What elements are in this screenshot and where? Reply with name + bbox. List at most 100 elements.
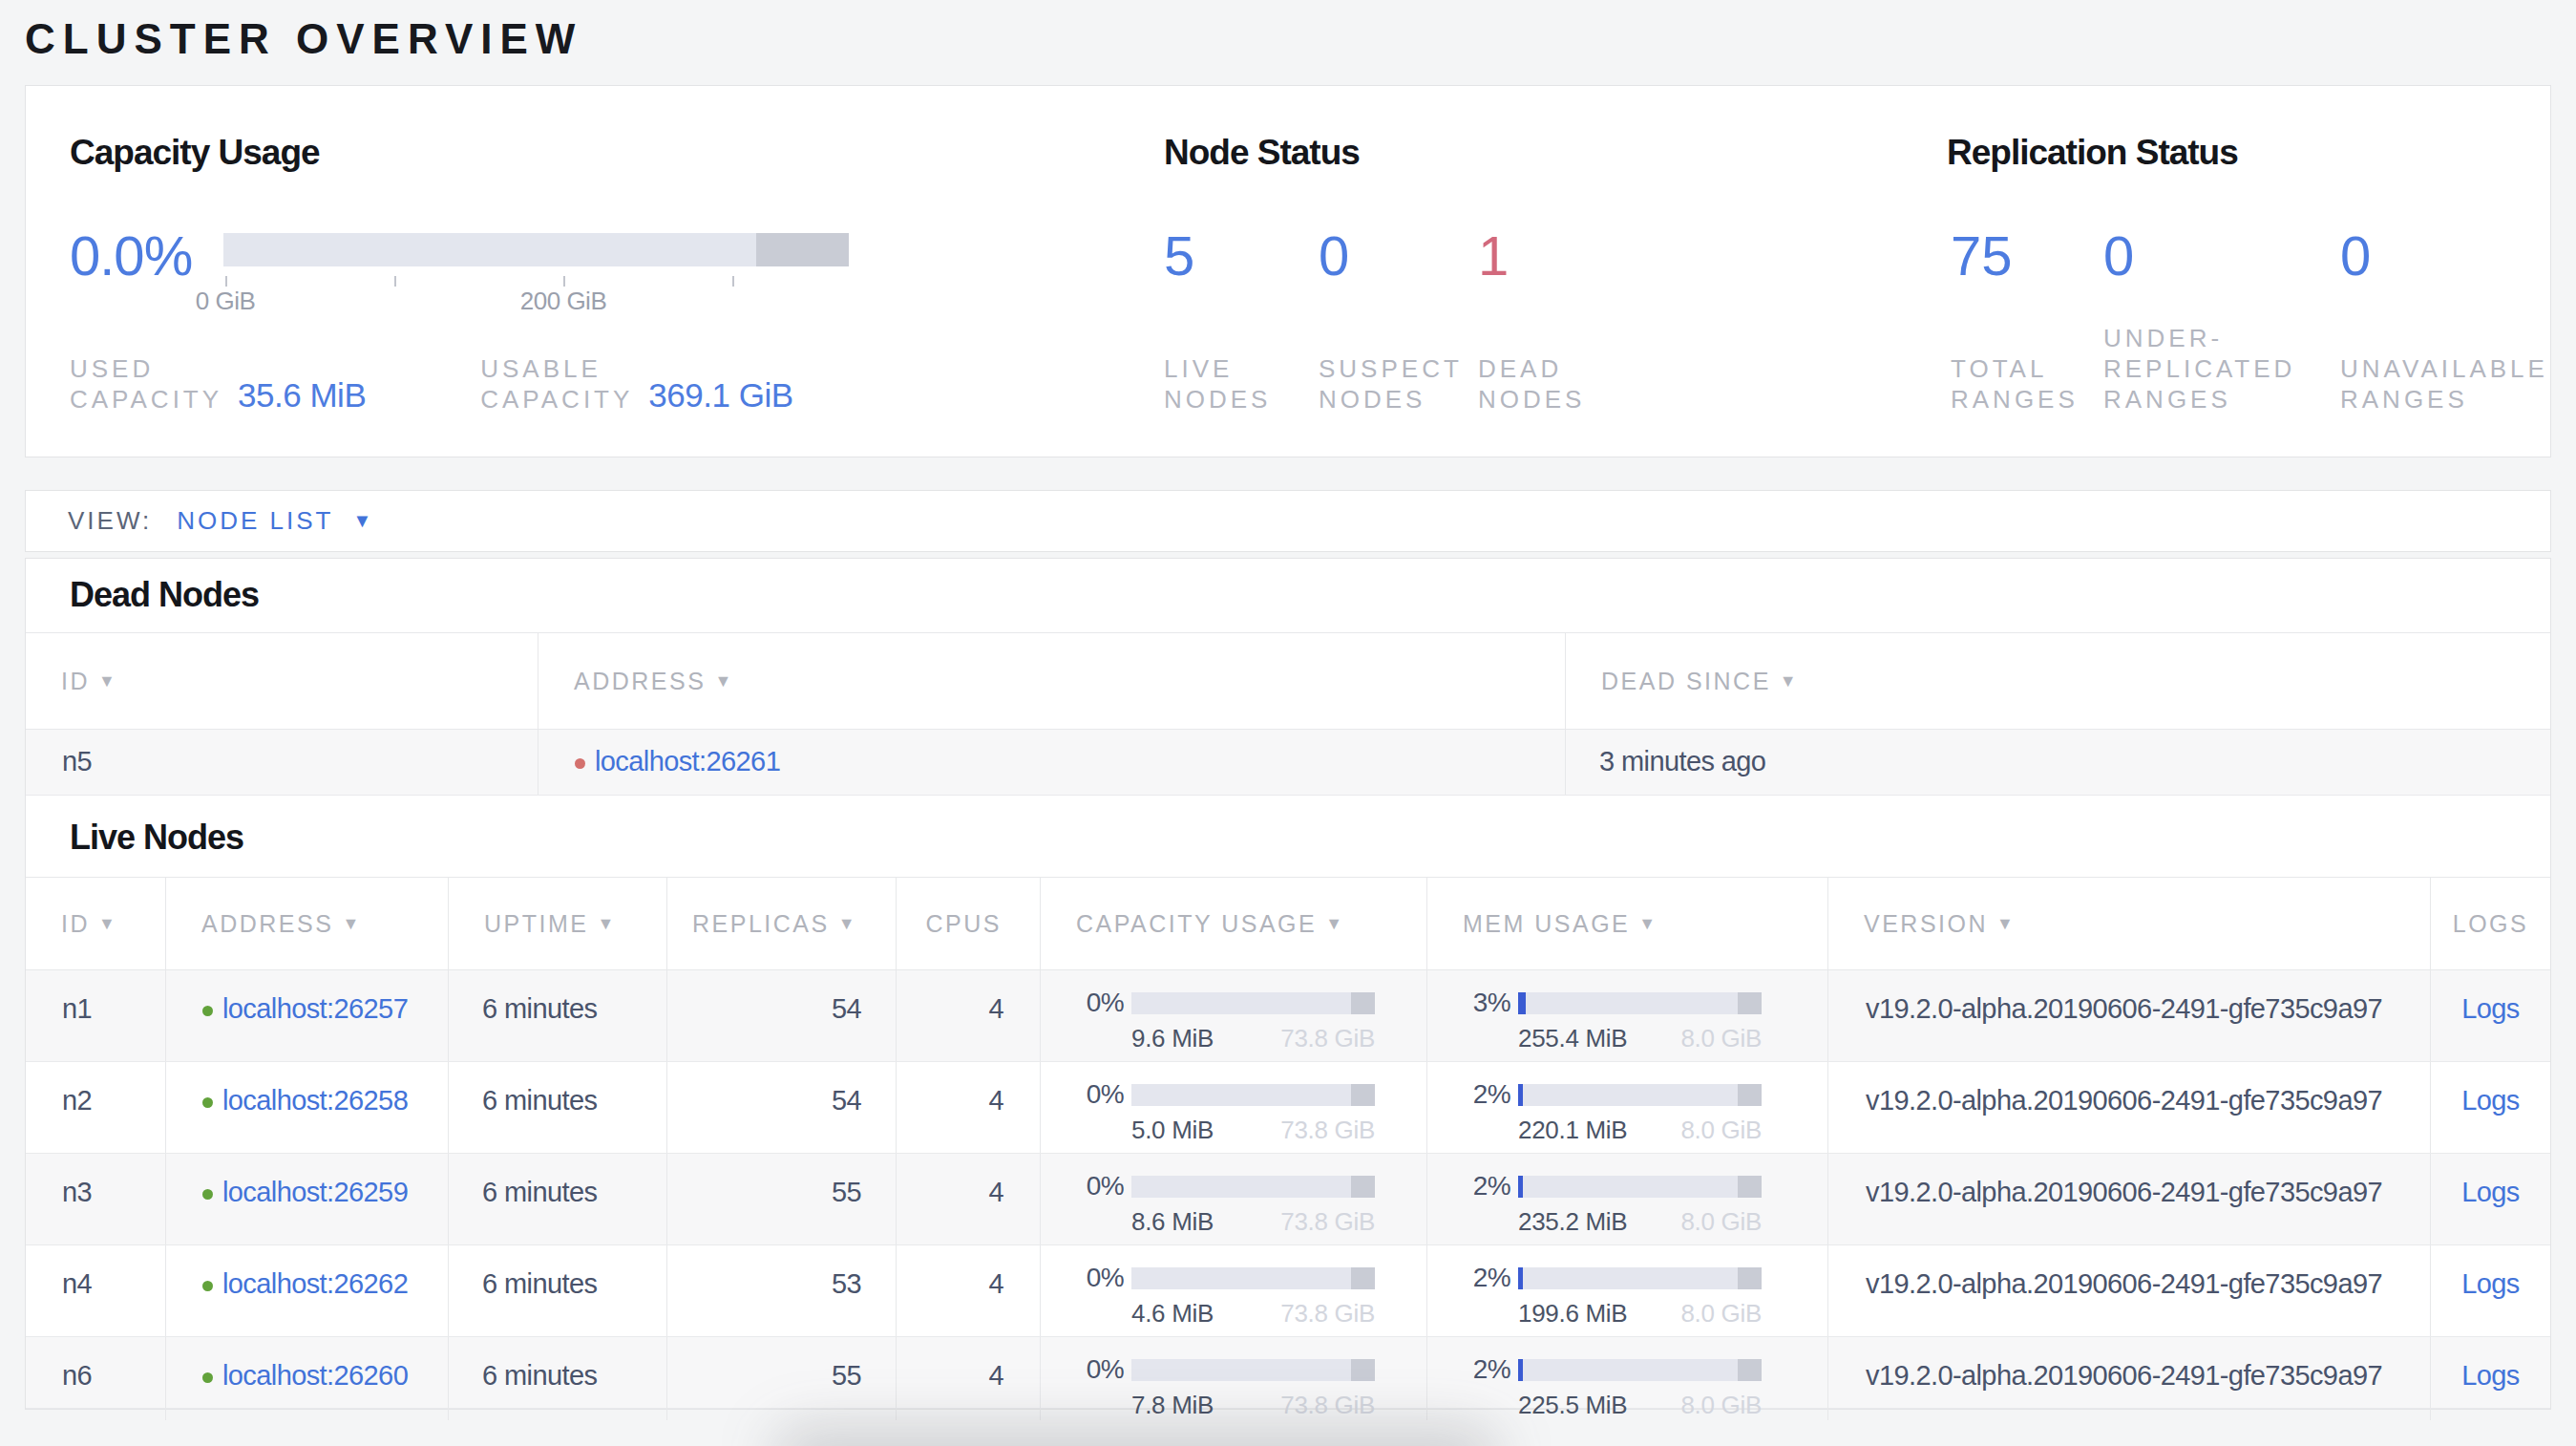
usage-bar-reserved xyxy=(1738,1084,1762,1106)
column-header-mem-usage[interactable]: MEM USAGE▼ xyxy=(1426,878,1827,969)
logs-link[interactable]: Logs xyxy=(2461,1360,2520,1391)
column-header-id[interactable]: ID▼ xyxy=(26,878,165,969)
column-header-replicas[interactable]: REPLICAS▼ xyxy=(666,878,896,969)
node-logs-cell: Logs xyxy=(2430,1154,2550,1244)
usage-bar xyxy=(1131,1267,1375,1289)
sort-desc-icon: ▼ xyxy=(1780,671,1799,691)
summary-stat-value: 0 xyxy=(1319,225,1349,287)
usage-bar xyxy=(1131,1084,1375,1106)
node-address-cell: localhost:26257 xyxy=(165,970,448,1061)
bottom-shadow xyxy=(773,1429,1499,1446)
column-header-address[interactable]: ADDRESS▼ xyxy=(538,633,1565,729)
usage-bar-reserved xyxy=(1738,1267,1762,1289)
usage-bar xyxy=(1131,992,1375,1014)
live-status-icon xyxy=(202,1372,213,1383)
node-address-link[interactable]: localhost:26260 xyxy=(222,1360,408,1391)
usage-percent: 0% xyxy=(1079,1171,1124,1201)
node-address-cell: localhost:26262 xyxy=(165,1245,448,1336)
live-node-row: n1localhost:262576 minutes5440%9.6 MiB73… xyxy=(26,970,2550,1062)
capacity-usage-heading: Capacity Usage xyxy=(70,134,320,172)
logs-link[interactable]: Logs xyxy=(2461,1085,2520,1116)
node-id: n5 xyxy=(26,730,538,795)
sort-desc-icon: ▼ xyxy=(342,914,361,934)
capacity-axis-tick xyxy=(732,276,734,287)
node-mem-usage: 2%199.6 MiB8.0 GiB xyxy=(1426,1245,1827,1336)
usage-percent: 3% xyxy=(1466,988,1510,1018)
node-cpus: 4 xyxy=(896,1154,1040,1244)
usage-percent: 2% xyxy=(1466,1263,1510,1293)
cluster-summary-card: Capacity Usage Node Status Replication S… xyxy=(25,85,2551,457)
logs-link[interactable]: Logs xyxy=(2461,993,2520,1024)
usage-used-value: 4.6 MiB xyxy=(1131,1299,1214,1329)
usage-total-value: 8.0 GiB xyxy=(1680,1391,1762,1420)
node-address-link[interactable]: localhost:26259 xyxy=(222,1177,408,1207)
usage-bar xyxy=(1518,1084,1762,1106)
logs-link[interactable]: Logs xyxy=(2461,1177,2520,1207)
summary-stat-label: SUSPECT NODES xyxy=(1319,353,1463,415)
node-cpus: 4 xyxy=(896,970,1040,1061)
usage-total-value: 73.8 GiB xyxy=(1280,1116,1375,1145)
node-address-link[interactable]: localhost:26262 xyxy=(222,1268,408,1299)
usage-total-value: 8.0 GiB xyxy=(1680,1299,1762,1329)
summary-stat-label: UNAVAILABLE RANGES xyxy=(2340,353,2548,415)
node-address-link[interactable]: localhost:26257 xyxy=(222,993,408,1024)
sort-desc-icon: ▼ xyxy=(1638,914,1658,934)
node-logs-cell: Logs xyxy=(2430,970,2550,1061)
node-id: n6 xyxy=(26,1337,165,1420)
node-address-link[interactable]: localhost:26258 xyxy=(222,1085,408,1116)
usable-capacity-label: USABLE CAPACITY xyxy=(480,353,633,415)
summary-stat-value: 75 xyxy=(1951,225,2013,287)
capacity-axis-tick xyxy=(563,276,565,287)
node-uptime: 6 minutes xyxy=(448,1337,666,1420)
node-address-cell: localhost:26261 xyxy=(538,730,1565,795)
usage-total-value: 73.8 GiB xyxy=(1280,1024,1375,1053)
sort-desc-icon: ▼ xyxy=(838,914,857,934)
usage-used-value: 7.8 MiB xyxy=(1131,1391,1214,1420)
usage-bar-reserved xyxy=(1351,1176,1375,1198)
column-header-address[interactable]: ADDRESS▼ xyxy=(165,878,448,969)
node-capacity-usage: 0%8.6 MiB73.8 GiB xyxy=(1040,1154,1426,1244)
live-node-row: n6localhost:262606 minutes5540%7.8 MiB73… xyxy=(26,1337,2550,1409)
column-header-uptime[interactable]: UPTIME▼ xyxy=(448,878,666,969)
dead-since: 3 minutes ago xyxy=(1565,730,2550,795)
usage-bar-reserved xyxy=(1738,1176,1762,1198)
node-address-link[interactable]: localhost:26261 xyxy=(595,746,780,776)
node-capacity-usage: 0%4.6 MiB73.8 GiB xyxy=(1040,1245,1426,1336)
column-header-logs: LOGS xyxy=(2430,878,2550,969)
node-version: v19.2.0-alpha.20190606-2491-gfe735c9a97 xyxy=(1827,1154,2430,1244)
usage-bar-fill xyxy=(1518,1084,1523,1106)
node-address-cell: localhost:26259 xyxy=(165,1154,448,1244)
column-header-version[interactable]: VERSION▼ xyxy=(1827,878,2430,969)
usage-total-value: 8.0 GiB xyxy=(1680,1116,1762,1145)
usage-bar-reserved xyxy=(1738,1359,1762,1381)
logs-link[interactable]: Logs xyxy=(2461,1268,2520,1299)
node-status-heading: Node Status xyxy=(1164,134,1360,172)
sort-desc-icon: ▼ xyxy=(714,671,733,691)
capacity-stats: USED CAPACITY 35.6 MiB USABLE CAPACITY 3… xyxy=(70,353,793,415)
node-id: n1 xyxy=(26,970,165,1061)
node-uptime: 6 minutes xyxy=(448,1245,666,1336)
node-address-cell: localhost:26258 xyxy=(165,1062,448,1153)
usage-percent: 2% xyxy=(1466,1171,1510,1201)
usage-bar xyxy=(1518,1359,1762,1381)
view-selected-option[interactable]: NODE LIST xyxy=(177,506,333,536)
usage-percent: 2% xyxy=(1466,1354,1510,1385)
usable-capacity-stat: USABLE CAPACITY 369.1 GiB xyxy=(480,353,792,415)
usage-used-value: 235.2 MiB xyxy=(1518,1207,1627,1237)
column-header-dead-since[interactable]: DEAD SINCE▼ xyxy=(1565,633,2550,729)
usage-used-value: 225.5 MiB xyxy=(1518,1391,1627,1420)
column-header-id[interactable]: ID▼ xyxy=(26,633,538,729)
summary-stat-value: 0 xyxy=(2340,225,2371,287)
cluster-overview-page: CLUSTER OVERVIEW Capacity Usage Node Sta… xyxy=(0,0,2576,1446)
summary-stat-value: 5 xyxy=(1164,225,1194,287)
chevron-down-icon[interactable]: ▼ xyxy=(352,510,371,532)
live-status-icon xyxy=(202,1097,213,1108)
column-header-capacity-usage[interactable]: CAPACITY USAGE▼ xyxy=(1040,878,1426,969)
sort-desc-icon: ▼ xyxy=(1996,914,2016,934)
node-capacity-usage: 0%9.6 MiB73.8 GiB xyxy=(1040,970,1426,1061)
summary-stat-label: UNDER- REPLICATED RANGES xyxy=(2103,323,2295,415)
live-status-icon xyxy=(202,1281,213,1291)
capacity-axis-tick xyxy=(225,276,227,287)
replication-status-heading: Replication Status xyxy=(1947,134,2238,172)
usage-bar-reserved xyxy=(1351,1267,1375,1289)
